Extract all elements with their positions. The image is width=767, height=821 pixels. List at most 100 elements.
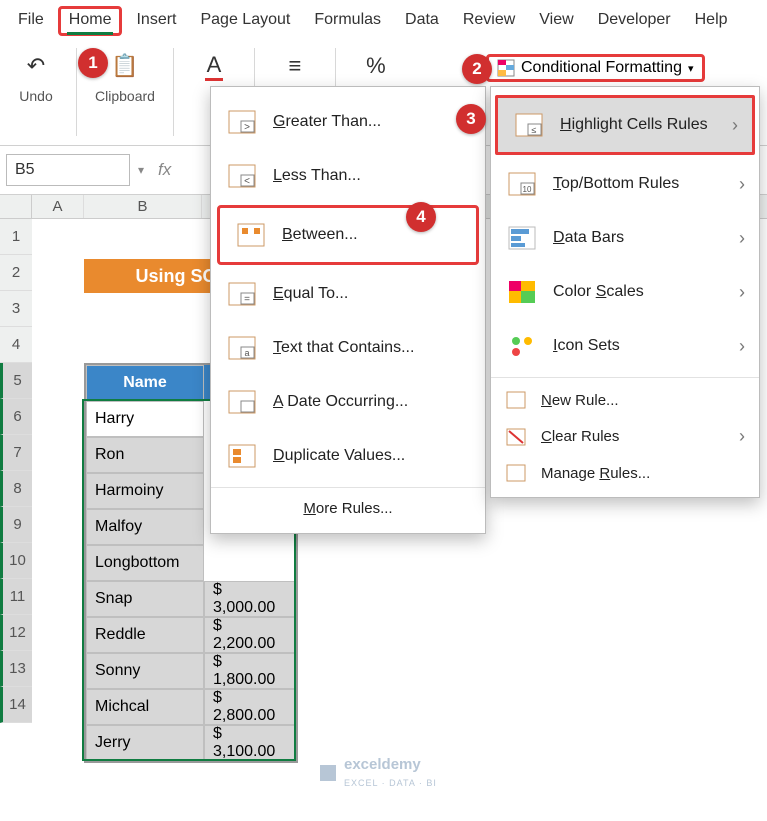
cell-salary[interactable]: $ 3,100.00 [204,725,296,761]
percent-icon: % [354,48,398,84]
chevron-right-icon: › [739,228,745,249]
ribbon-number-group[interactable]: % [354,48,398,84]
row-header[interactable]: 8 [0,471,32,507]
table-row[interactable]: Michcal$ 2,800.00 [86,689,296,725]
ribbon-font-group[interactable]: A [192,48,236,84]
highlight-cells-icon: ≤ [512,110,546,140]
menu-divider [211,487,485,488]
row-header[interactable]: 1 [0,219,32,255]
menu-text-contains[interactable]: a Text that Contains... [211,321,485,375]
menu-greater-than[interactable]: > Greater Than... [211,95,485,149]
cell-name[interactable]: Sonny [86,653,204,689]
header-name[interactable]: Name [86,365,204,401]
equal-to-icon: = [225,279,259,309]
row-header[interactable]: 7 [0,435,32,471]
cell-name[interactable]: Harry [86,401,204,437]
font-color-icon: A [192,48,236,84]
row-header[interactable]: 6 [0,399,32,435]
step-badge-2: 2 [462,54,492,84]
step-badge-4: 4 [406,202,436,232]
name-box-dropdown-icon[interactable]: ▾ [138,163,144,177]
menu-icon-sets[interactable]: Icon Sets › [491,319,759,373]
menu-more-rules[interactable]: More Rules... [211,492,485,525]
clipboard-icon: 📋 [103,48,147,84]
table-row[interactable]: Sonny$ 1,800.00 [86,653,296,689]
menu-highlight-cells-rules[interactable]: ≤ Highlight Cells Rules › [495,95,755,155]
svg-text:<: < [244,176,250,187]
conditional-formatting-menu: ≤ Highlight Cells Rules › 10 Top/Bottom … [490,86,760,498]
menu-view[interactable]: View [529,7,583,35]
menu-less-than[interactable]: < Less Than... [211,149,485,203]
svg-text:≤: ≤ [532,125,537,135]
menu-duplicate-values[interactable]: Duplicate Values... [211,429,485,483]
menu-manage-rules[interactable]: Manage Rules... [491,455,759,491]
row-headers: 1 2 3 4 5 6 7 8 9 10 11 12 13 14 [0,219,32,723]
cell-name[interactable]: Ron [86,437,204,473]
menu-page-layout[interactable]: Page Layout [190,7,300,35]
clear-rules-icon [505,427,527,447]
table-row[interactable]: Jerry$ 3,100.00 [86,725,296,761]
row-header[interactable]: 13 [0,651,32,687]
menu-developer[interactable]: Developer [588,7,681,35]
ribbon-separator [76,48,77,136]
chevron-right-icon: › [739,174,745,195]
svg-text:10: 10 [523,185,532,194]
cell-salary[interactable]: $ 2,800.00 [204,689,296,725]
ribbon-separator [173,48,174,136]
less-than-icon: < [225,161,259,191]
row-header[interactable]: 9 [0,507,32,543]
cell-name[interactable]: Longbottom [86,545,204,581]
row-header[interactable]: 3 [0,291,32,327]
row-header[interactable]: 4 [0,327,32,363]
row-header[interactable]: 10 [0,543,32,579]
col-header-a[interactable]: A [32,195,84,218]
cell-name[interactable]: Harmoiny [86,473,204,509]
step-badge-1: 1 [78,48,108,78]
cell-salary[interactable]: $ 2,200.00 [204,617,296,653]
table-row[interactable]: Snap$ 3,000.00 [86,581,296,617]
conditional-formatting-button[interactable]: Conditional Formatting ▾ [486,54,705,82]
cell-salary[interactable]: $ 3,000.00 [204,581,296,617]
select-all-corner[interactable] [0,195,32,218]
menu-new-rule[interactable]: New Rule... [491,382,759,418]
svg-text:=: = [244,294,250,305]
cell-name[interactable]: Reddle [86,617,204,653]
menu-top-bottom-rules[interactable]: 10 Top/Bottom Rules › [491,157,759,211]
menu-data[interactable]: Data [395,7,449,35]
menu-equal-to[interactable]: = Equal To... [211,267,485,321]
menu-data-bars[interactable]: Data Bars › [491,211,759,265]
text-contains-icon: a [225,333,259,363]
fx-icon[interactable]: fx [152,160,177,180]
menu-help[interactable]: Help [685,7,738,35]
svg-text:>: > [244,122,250,133]
cell-name[interactable]: Snap [86,581,204,617]
cell-name[interactable]: Malfoy [86,509,204,545]
between-icon [234,220,268,250]
chevron-right-icon: › [739,426,745,447]
name-box[interactable] [6,154,130,186]
cell-salary[interactable]: $ 1,800.00 [204,653,296,689]
row-header[interactable]: 12 [0,615,32,651]
menu-color-scales[interactable]: Color Scales › [491,265,759,319]
cell-name[interactable]: Michcal [86,689,204,725]
row-header[interactable]: 14 [0,687,32,723]
chevron-right-icon: › [732,115,738,136]
table-row[interactable]: Reddle$ 2,200.00 [86,617,296,653]
menu-between[interactable]: Between... [217,205,479,265]
menu-file[interactable]: File [8,7,54,35]
menu-review[interactable]: Review [453,7,525,35]
menu-clear-rules[interactable]: Clear Rules › [491,418,759,455]
greater-than-icon: > [225,107,259,137]
row-header[interactable]: 11 [0,579,32,615]
table-row[interactable]: Longbottom [86,545,296,581]
menu-insert[interactable]: Insert [126,7,186,35]
col-header-b[interactable]: B [84,195,202,218]
menu-formulas[interactable]: Formulas [304,7,391,35]
menu-date-occurring[interactable]: A Date Occurring... [211,375,485,429]
row-header[interactable]: 5 [0,363,32,399]
ribbon-align-group[interactable]: ≡ [273,48,317,84]
cell-name[interactable]: Jerry [86,725,204,761]
row-header[interactable]: 2 [0,255,32,291]
ribbon-undo-group[interactable]: ↶ Undo [14,48,58,104]
menu-home[interactable]: Home [58,6,123,36]
